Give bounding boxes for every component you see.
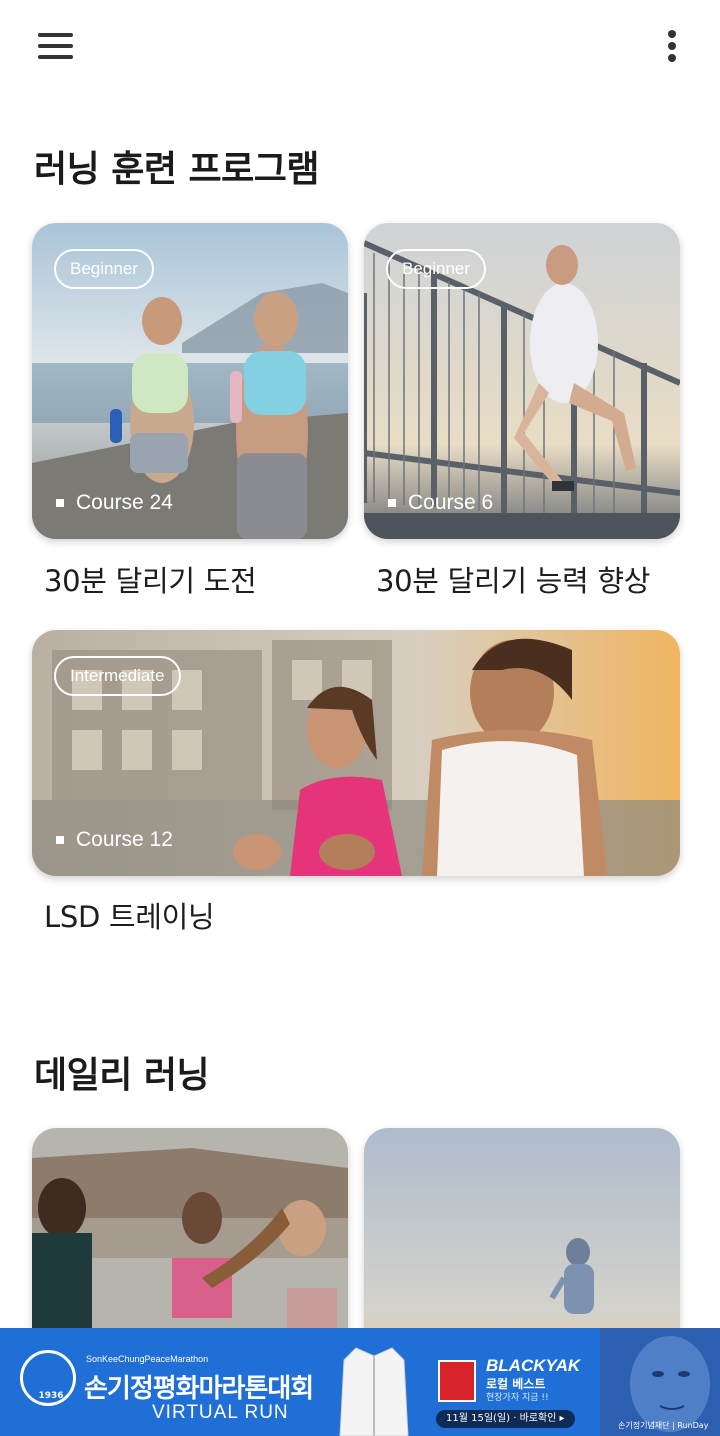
course-count: Course 6	[388, 491, 493, 515]
more-vertical-icon[interactable]	[660, 26, 684, 66]
ad-small-text: SonKeeChungPeaceMarathon	[86, 1354, 209, 1364]
emblem-year: 1936	[38, 1391, 64, 1401]
ad-banner[interactable]: 1936 SonKeeChungPeaceMarathon 손기정평화마라톤대회…	[0, 1328, 720, 1436]
hamburger-menu-icon[interactable]	[36, 30, 76, 62]
bullet-icon	[56, 499, 64, 507]
program-title[interactable]: 30분 달리기 도전	[44, 558, 257, 600]
level-badge: Intermediate	[54, 656, 181, 696]
level-badge: Beginner	[386, 249, 487, 289]
daily-section-title: 데일리 러닝	[34, 1055, 210, 1096]
course-count: Course 24	[56, 491, 173, 515]
program-title[interactable]: 30분 달리기 능력 향상	[376, 558, 650, 600]
ad-sub-text: VIRTUAL RUN	[152, 1402, 289, 1423]
program-card-lsd-training[interactable]: Intermediate Course 12	[32, 630, 680, 876]
blackyak-logo-icon	[438, 1360, 476, 1402]
program-card-30min-improve[interactable]: Beginner Course 6	[364, 223, 680, 539]
ad-brand-sub2: 현장가자 지금 !!	[486, 1393, 549, 1403]
ad-brand: BLACKYAK	[486, 1356, 581, 1375]
ad-footer-logos: 손기정기념재단 | RunDay	[618, 1421, 709, 1430]
top-app-bar	[0, 0, 720, 92]
marathon-emblem-icon: 1936	[20, 1350, 76, 1406]
course-label: Course 6	[408, 491, 494, 514]
program-title[interactable]: LSD 트레이닝	[44, 894, 215, 936]
training-section-title: 러닝 훈련 프로그램	[34, 149, 320, 190]
program-card-30min-challenge[interactable]: Beginner Course 24	[32, 223, 348, 539]
course-count: Course 12	[56, 828, 173, 852]
ad-main-text: 손기정평화마라톤대회	[84, 1374, 314, 1404]
ad-cta-pill[interactable]: 11월 15일(일) · 바로확인 ▸	[436, 1410, 575, 1428]
level-badge: Beginner	[54, 249, 155, 289]
course-label: Course 24	[76, 491, 173, 514]
bullet-icon	[56, 836, 64, 844]
bullet-icon	[388, 499, 396, 507]
course-label: Course 12	[76, 828, 173, 851]
vest-image	[339, 1347, 409, 1436]
